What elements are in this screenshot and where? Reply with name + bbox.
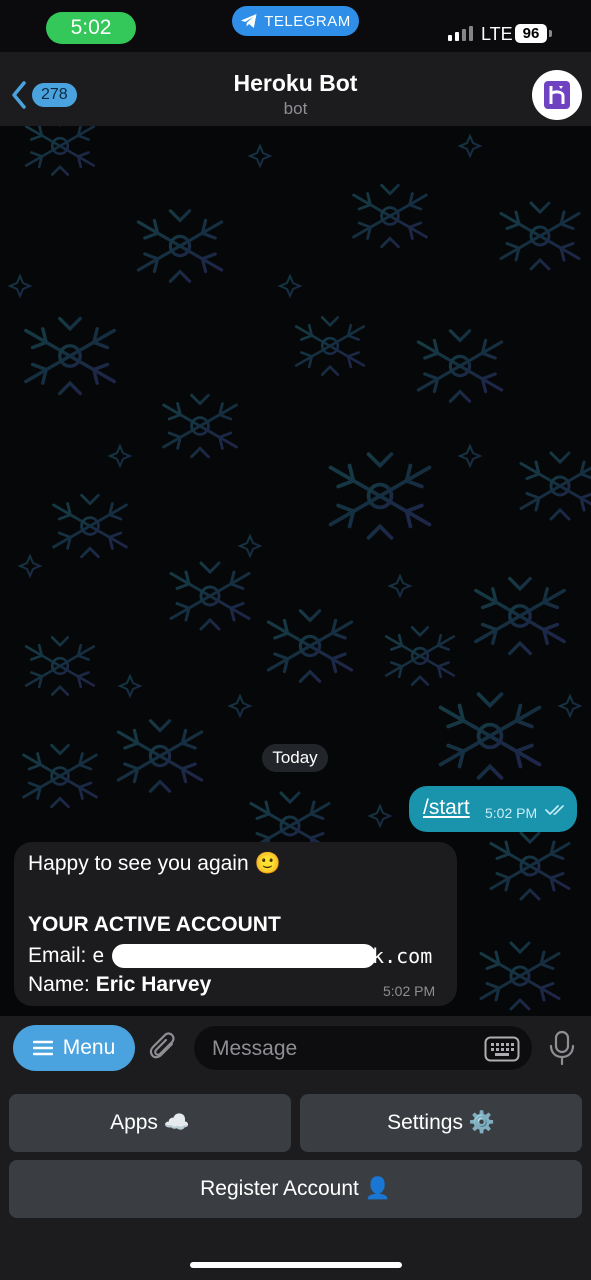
telegram-pill[interactable]: TELEGRAM — [232, 6, 359, 36]
email-label: Email: — [28, 944, 87, 967]
message-composer: Menu Message — [0, 1016, 591, 1080]
settings-button[interactable]: Settings ⚙️ — [300, 1094, 582, 1152]
status-time: 5:02 — [46, 12, 136, 44]
telegram-icon — [241, 14, 257, 28]
avatar[interactable] — [532, 70, 582, 120]
chat-subtitle: bot — [283, 99, 308, 118]
register-account-button[interactable]: Register Account 👤 — [9, 1160, 582, 1218]
apps-button[interactable]: Apps ☁️ — [9, 1094, 291, 1152]
battery-tip — [549, 30, 552, 37]
message-time: 5:02 PM — [383, 983, 436, 999]
paperclip-icon[interactable] — [148, 1030, 180, 1066]
name-label: Name: — [28, 973, 90, 996]
battery-icon: 96 — [515, 24, 547, 43]
home-indicator[interactable] — [190, 1262, 402, 1268]
double-check-icon — [545, 805, 564, 816]
telegram-pill-label: TELEGRAM — [264, 12, 351, 30]
email-suffix: ok.com — [360, 944, 433, 968]
email-prefix: e — [92, 943, 105, 967]
message-input[interactable]: Message — [194, 1026, 532, 1070]
message-placeholder: Message — [212, 1037, 298, 1060]
menu-label: Menu — [62, 1036, 116, 1059]
account-heading: YOUR ACTIVE ACCOUNT — [28, 913, 281, 936]
name-line: Name: Eric Harvey — [28, 973, 211, 997]
email-redaction — [112, 944, 376, 968]
chat-title[interactable]: Heroku Bot — [0, 70, 591, 97]
outgoing-message[interactable]: /start 5:02 PM — [409, 786, 577, 832]
command-link[interactable]: /start — [423, 796, 470, 820]
keyboard-icon[interactable] — [484, 1036, 520, 1062]
name-value: Eric Harvey — [95, 973, 212, 996]
email-line: Email: e — [28, 943, 104, 968]
signal-icon — [448, 26, 473, 41]
message-time: 5:02 PM — [485, 805, 538, 821]
menu-button[interactable]: Menu — [13, 1025, 135, 1071]
heroku-logo-icon — [544, 81, 570, 109]
greeting-text: Happy to see you again 🙂 — [28, 852, 281, 875]
date-separator: Today — [262, 744, 328, 772]
incoming-message[interactable]: Happy to see you again 🙂 YOUR ACTIVE ACC… — [14, 842, 457, 1006]
hamburger-icon — [32, 1040, 53, 1056]
status-bar: 5:02 TELEGRAM LTE 96 — [0, 0, 591, 52]
chat-area[interactable]: Today /start 5:02 PM Happy to see you ag… — [0, 126, 591, 1016]
network-label: LTE — [481, 24, 513, 44]
chat-header: 278 Heroku Bot bot — [0, 52, 591, 126]
microphone-icon[interactable] — [548, 1030, 576, 1066]
